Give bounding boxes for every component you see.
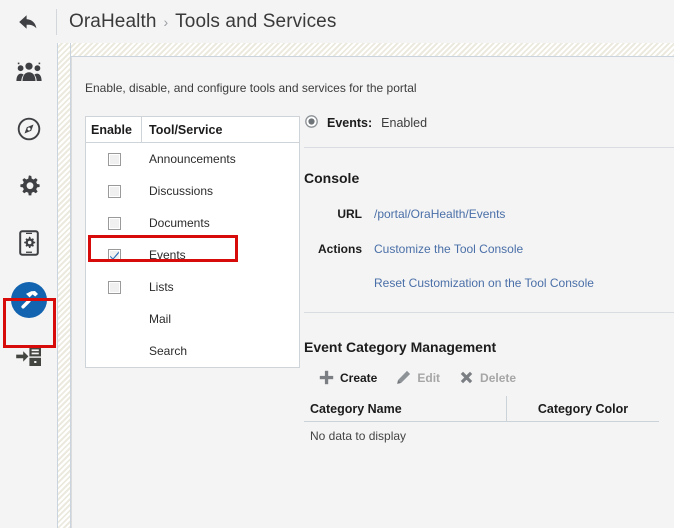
table-row[interactable]: Events	[86, 239, 299, 271]
app-header: OraHealth › Tools and Services	[0, 0, 674, 43]
breadcrumb-page: Tools and Services	[175, 10, 337, 32]
table-row[interactable]: Documents	[86, 207, 299, 239]
actions-field-row: Actions Customize the Tool Console	[304, 242, 674, 256]
status-badge: Enabled	[381, 116, 428, 130]
category-toolbar: Create Edit Delete	[304, 370, 674, 385]
category-table: Category Name Category Color No data to …	[304, 396, 659, 443]
tool-name: Documents	[149, 216, 210, 230]
tool-detail-pane: Events: Enabled Console URL /portal/OraH…	[304, 112, 674, 443]
sidebar-item-device-settings[interactable]	[0, 214, 57, 271]
column-header-category-color: Category Color	[537, 401, 629, 416]
enable-cell	[86, 248, 142, 262]
sidebar-item-tools-and-services[interactable]	[0, 271, 57, 328]
category-table-empty-message: No data to display	[310, 429, 407, 443]
sidebar-item-navigation[interactable]	[0, 100, 57, 157]
create-button-label: Create	[340, 370, 378, 385]
column-header-tool-service: Tool/Service	[149, 122, 223, 137]
checkbox-lists[interactable]	[107, 280, 121, 294]
tool-name: Search	[149, 344, 188, 358]
table-row[interactable]: Announcements	[86, 143, 299, 175]
section-divider-1	[304, 147, 674, 148]
back-button[interactable]	[0, 0, 56, 43]
edit-button-label: Edit	[417, 370, 441, 385]
plus-icon	[319, 370, 334, 385]
enable-cell	[86, 280, 142, 294]
table-row[interactable]: Lists	[86, 271, 299, 303]
radio-selected-icon	[305, 115, 318, 131]
enable-cell	[86, 184, 142, 198]
checkbox-documents[interactable]	[107, 216, 121, 230]
enable-cell	[86, 152, 142, 166]
tools-service-table: Enable Tool/Service Announcements Discus…	[85, 116, 300, 368]
category-table-header: Category Name Category Color	[304, 396, 659, 422]
actions-value: Customize the Tool Console	[374, 242, 523, 256]
tool-name: Mail	[149, 312, 172, 326]
url-value: /portal/OraHealth/Events	[374, 207, 505, 221]
column-header-enable: Enable	[86, 117, 142, 142]
sidebar-item-deploy[interactable]	[0, 328, 57, 385]
edit-button[interactable]: Edit	[396, 370, 440, 385]
actions-secondary-row: Reset Customization on the Tool Console	[304, 276, 674, 290]
table-row[interactable]: Discussions	[86, 175, 299, 207]
checkbox-discussions[interactable]	[107, 184, 121, 198]
delete-button-label: Delete	[480, 370, 517, 385]
content-panel: Enable, disable, and configure tools and…	[71, 57, 674, 528]
section-divider-2	[304, 312, 674, 313]
delete-button[interactable]: Delete	[459, 370, 516, 385]
reset-customization-link[interactable]: Reset Customization on the Tool Console	[374, 276, 594, 290]
panel-splitter[interactable]	[57, 43, 71, 528]
url-field-row: URL /portal/OraHealth/Events	[304, 207, 674, 221]
status-label: Events:	[327, 116, 373, 130]
table-row[interactable]: Search	[86, 335, 299, 367]
url-label: URL	[337, 207, 362, 221]
create-button[interactable]: Create	[319, 370, 377, 385]
table-row[interactable]: Mail	[86, 303, 299, 335]
checkbox-announcements[interactable]	[107, 152, 121, 166]
back-arrow-icon	[17, 13, 39, 31]
people-group-icon	[15, 61, 42, 83]
console-section-title: Console	[304, 170, 360, 186]
sidebar-icon-rail	[0, 43, 57, 528]
gear-icon	[17, 174, 41, 198]
column-header-category-name: Category Name	[304, 396, 507, 421]
console-url-link[interactable]: /portal/OraHealth/Events	[374, 207, 505, 221]
actions-label: Actions	[317, 242, 362, 256]
tool-name: Discussions	[149, 184, 214, 198]
enable-cell	[86, 216, 142, 230]
hammer-tools-icon	[10, 281, 47, 318]
check-icon	[109, 250, 119, 260]
tool-name: Announcements	[149, 152, 236, 166]
panel-top-hatch	[71, 43, 674, 57]
mobile-device-gear-icon	[18, 229, 39, 256]
customize-tool-console-link[interactable]: Customize the Tool Console	[374, 242, 523, 256]
event-category-section-title: Event Category Management	[304, 339, 497, 355]
compass-icon	[17, 117, 41, 141]
checkbox-events[interactable]	[107, 248, 121, 262]
page-description: Enable, disable, and configure tools and…	[85, 81, 417, 95]
tools-table-header: Enable Tool/Service	[86, 117, 299, 143]
breadcrumb-separator-icon: ›	[163, 13, 169, 30]
breadcrumb-portal[interactable]: OraHealth	[69, 11, 157, 33]
pencil-icon	[396, 370, 411, 385]
tool-status-row: Events: Enabled	[304, 112, 674, 134]
tool-name: Events	[149, 248, 186, 262]
x-close-icon	[459, 370, 474, 385]
breadcrumb: OraHealth › Tools and Services	[57, 11, 336, 33]
sidebar-item-settings[interactable]	[0, 157, 57, 214]
sidebar-item-members[interactable]	[0, 43, 57, 100]
tool-name: Lists	[149, 280, 174, 294]
import-to-server-icon	[15, 345, 43, 369]
